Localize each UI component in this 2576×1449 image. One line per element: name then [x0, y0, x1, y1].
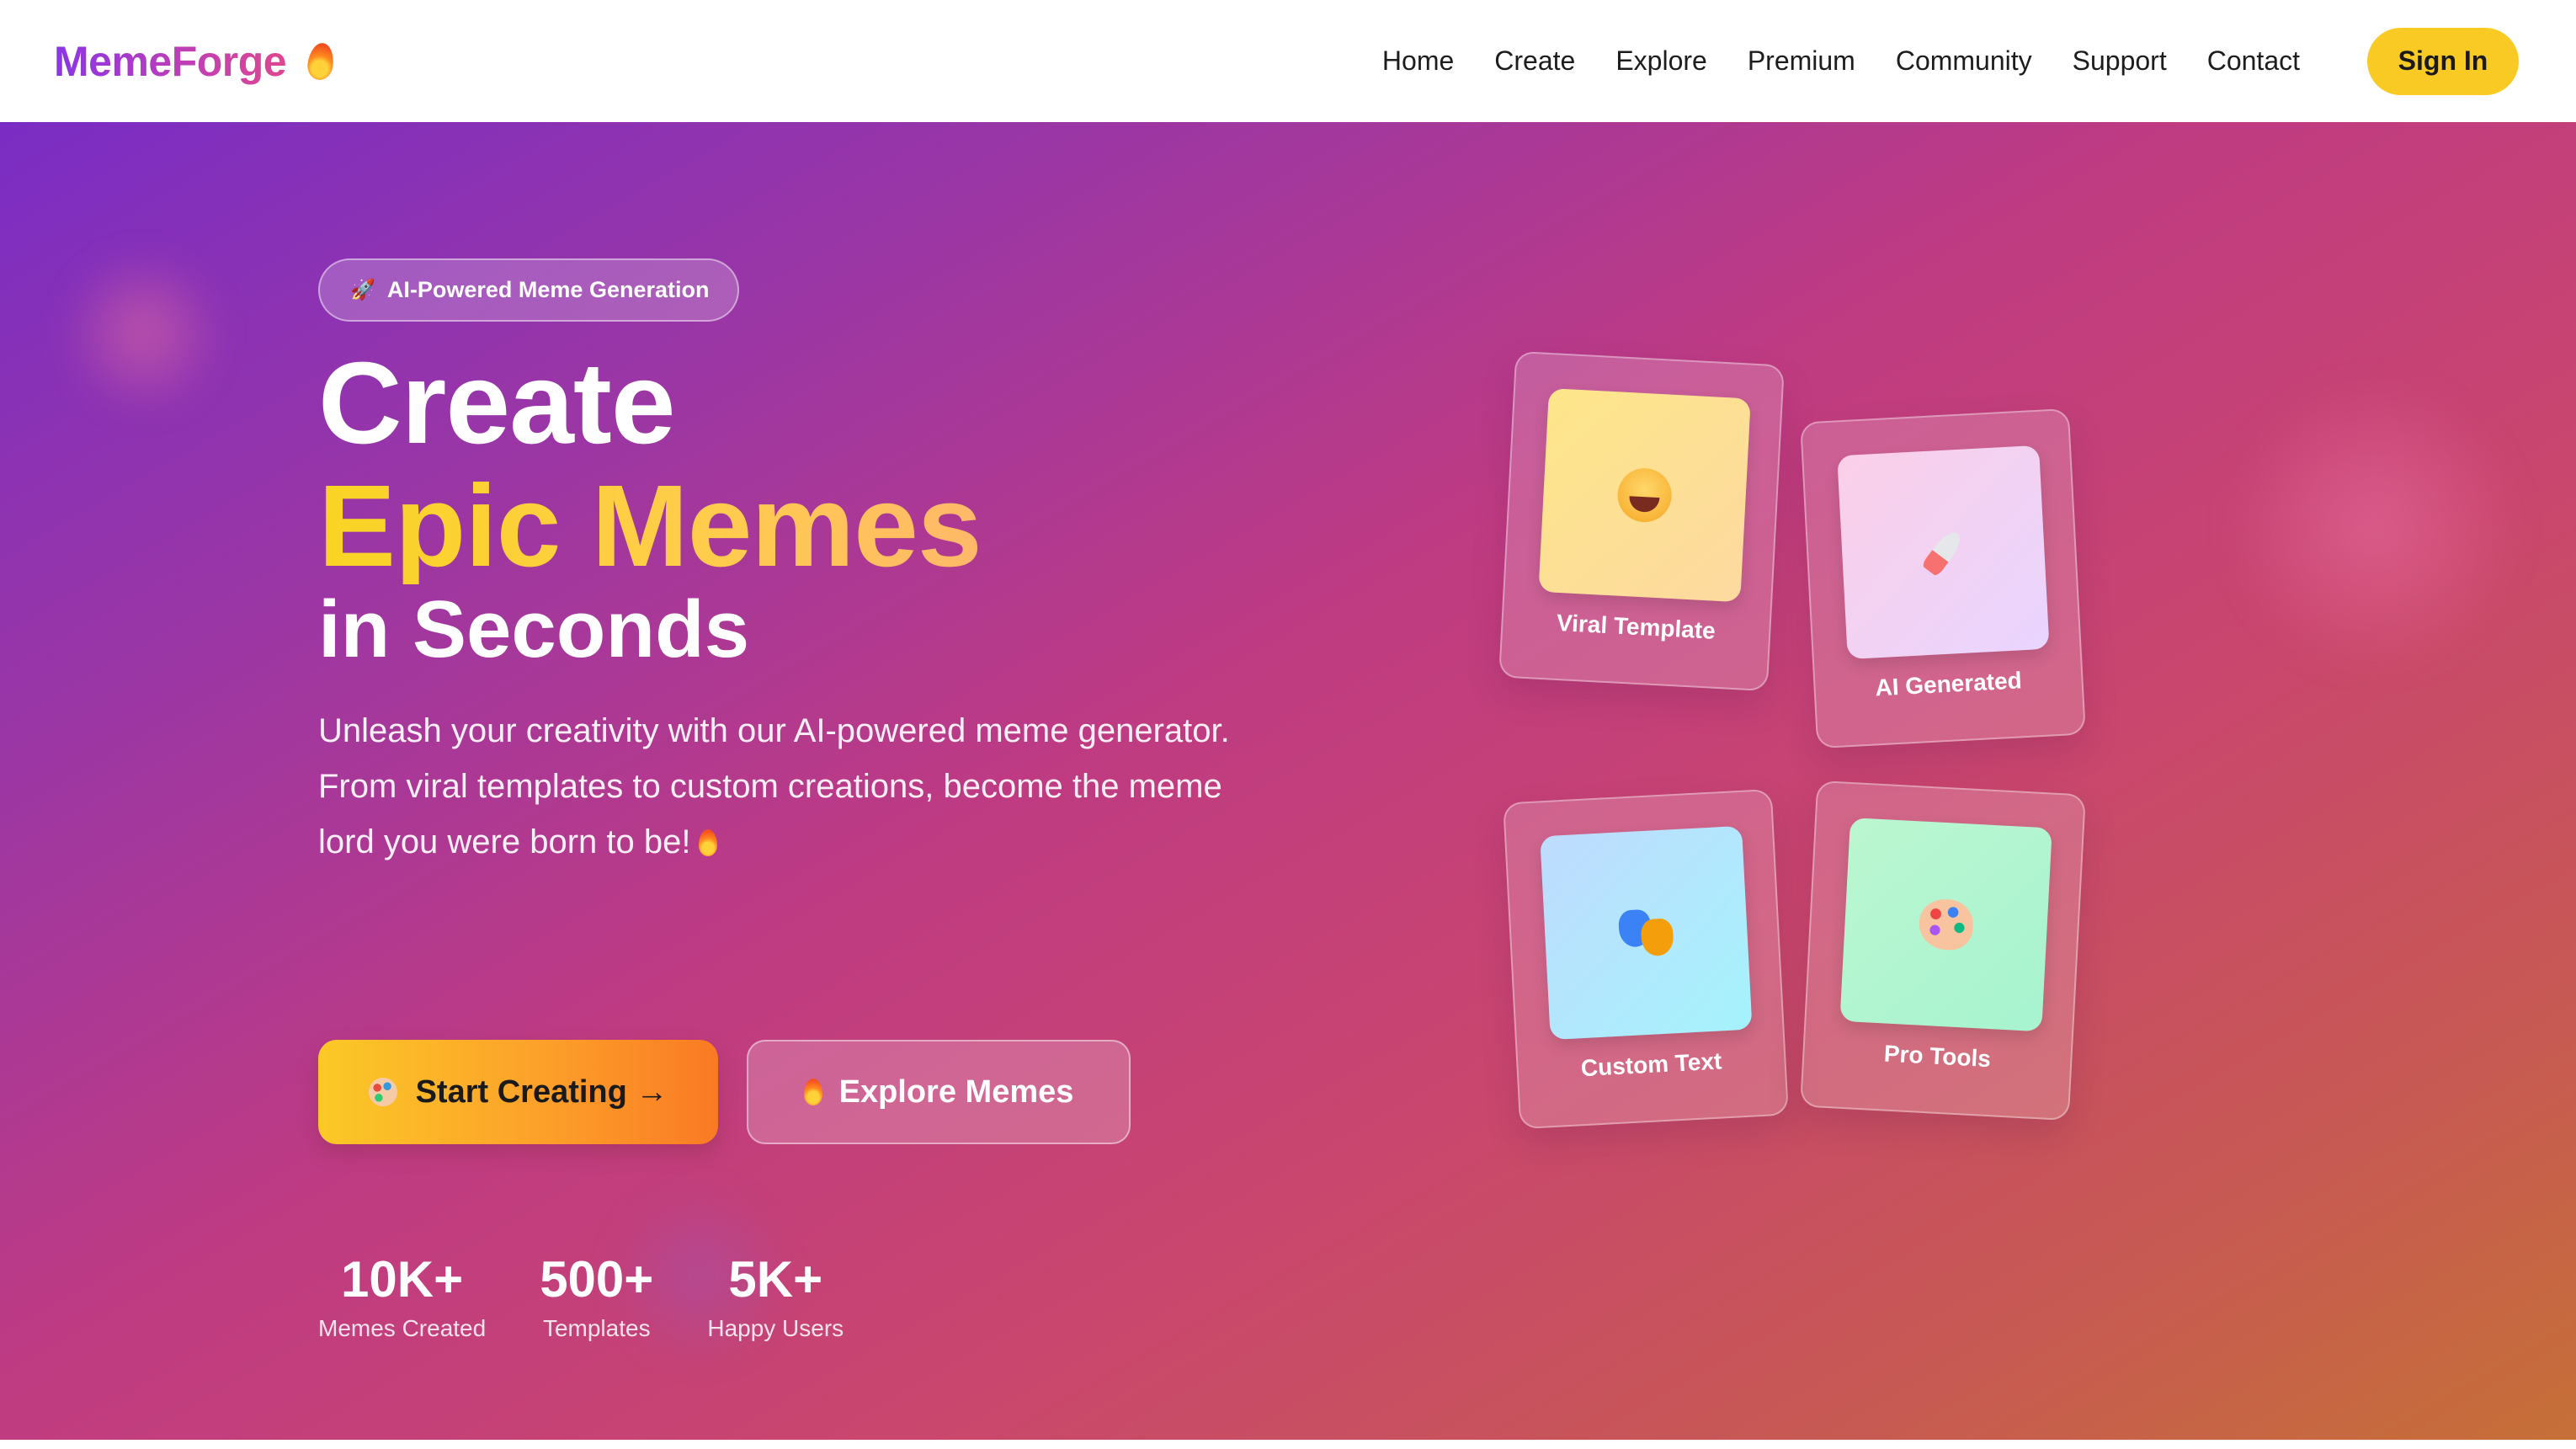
start-creating-button[interactable]: Start Creating → [318, 1040, 718, 1144]
flame-icon [306, 40, 337, 82]
card-image [1837, 445, 2050, 660]
stat-value: 5K+ [728, 1251, 823, 1308]
nav-link-contact[interactable]: Contact [2207, 45, 2300, 77]
nav-right: Home Create Explore Premium Community Su… [1382, 27, 2522, 95]
nav-link-premium[interactable]: Premium [1748, 45, 1855, 77]
stat-label: Templates [542, 1315, 651, 1341]
card-label: Viral Template [1556, 609, 1716, 644]
start-creating-label: Start Creating → [415, 1073, 668, 1110]
card-pro-tools[interactable]: Pro Tools [1800, 780, 2086, 1121]
palette-icon [1918, 898, 1975, 951]
nav-link-home[interactable]: Home [1382, 45, 1454, 77]
card-image [1538, 388, 1751, 603]
card-image [1839, 818, 2052, 1032]
brand-logo[interactable]: MemeForge [54, 37, 337, 86]
hero-title-line-2: Epic Memes [318, 461, 982, 591]
stat-label: Memes Created [318, 1315, 487, 1341]
rocket-icon [1920, 527, 1966, 578]
hero-title-line-3: in Seconds [318, 584, 750, 674]
stats: 10K+ Memes Created 500+ Templates 5K+ Ha… [318, 1255, 844, 1342]
hero-section: 🚀 AI-Powered Meme Generation Create Epic… [0, 122, 2576, 1440]
nav-link-support[interactable]: Support [2073, 45, 2167, 77]
decorative-blob [59, 248, 227, 417]
decorative-blob [2222, 375, 2525, 678]
stat-templates: 500+ Templates [540, 1255, 653, 1342]
rocket-icon: 🚀 [350, 279, 375, 301]
stat-happy-users: 5K+ Happy Users [707, 1255, 844, 1342]
card-label: AI Generated [1874, 667, 2023, 701]
hero-title-line-1: Create [318, 338, 676, 468]
explore-memes-label: Explore Memes [838, 1073, 1074, 1110]
brand-name[interactable]: MemeForge [54, 37, 287, 86]
card-image [1540, 825, 1753, 1041]
flame-icon [803, 1079, 822, 1105]
theater-masks-icon [1618, 908, 1674, 957]
laughing-face-icon [1615, 466, 1674, 524]
sign-in-button[interactable]: Sign In [2367, 27, 2519, 95]
card-label: Custom Text [1580, 1047, 1723, 1082]
hero-subtitle: Unleash your creativity with our AI-powe… [318, 703, 1261, 870]
nav-link-community[interactable]: Community [1896, 45, 2032, 77]
stat-memes-created: 10K+ Memes Created [318, 1255, 486, 1342]
stat-value: 10K+ [341, 1251, 464, 1308]
explore-memes-button[interactable]: Explore Memes [747, 1040, 1131, 1144]
ai-badge: 🚀 AI-Powered Meme Generation [318, 258, 740, 322]
flame-icon [699, 829, 718, 856]
palette-icon [368, 1078, 397, 1106]
navbar: MemeForge Home Create Explore Premium Co… [0, 0, 2576, 122]
hero-subtitle-text: Unleash your creativity with our AI-powe… [318, 712, 1230, 860]
stat-label: Happy Users [707, 1315, 844, 1341]
card-viral-template[interactable]: Viral Template [1498, 350, 1785, 692]
nav-link-explore[interactable]: Explore [1615, 45, 1707, 77]
nav-links: Home Create Explore Premium Community Su… [1382, 45, 2300, 77]
badge-text: AI-Powered Meme Generation [386, 277, 710, 302]
card-custom-text[interactable]: Custom Text [1503, 788, 1789, 1130]
stat-value: 500+ [540, 1251, 654, 1308]
card-ai-generated[interactable]: AI Generated [1800, 408, 2086, 749]
hero-title: Create Epic Memes in Seconds [318, 345, 982, 670]
nav-link-create[interactable]: Create [1494, 45, 1575, 77]
card-label: Pro Tools [1883, 1040, 1992, 1073]
